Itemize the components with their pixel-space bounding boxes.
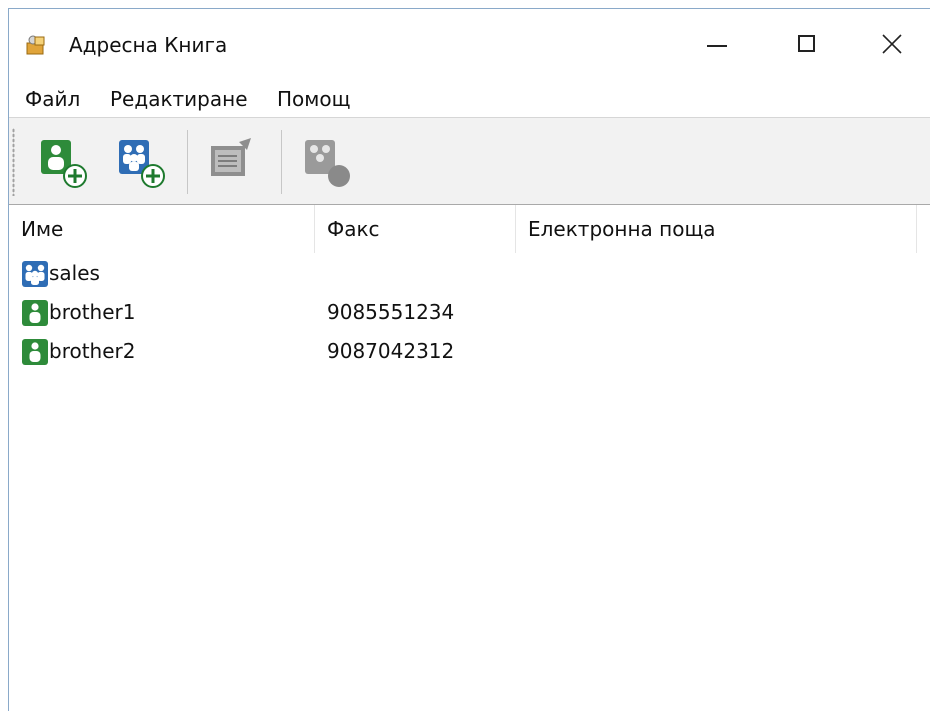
- address-list: Име Факс Електронна поща sales brother1 …: [9, 205, 930, 712]
- column-header-name[interactable]: Име: [9, 205, 314, 253]
- add-contact-icon: [41, 140, 87, 188]
- group-icon: [21, 260, 49, 288]
- list-item[interactable]: brother1 9085551234: [9, 294, 930, 332]
- toolbar-grip[interactable]: [12, 128, 15, 196]
- edit-button[interactable]: [203, 132, 259, 192]
- menu-help[interactable]: Помощ: [277, 87, 350, 111]
- column-header-fax[interactable]: Факс: [315, 205, 515, 253]
- address-book-app-icon: [25, 34, 47, 56]
- toolbar: [9, 117, 930, 205]
- menu-edit[interactable]: Редактиране: [110, 87, 248, 111]
- contact-icon: [21, 299, 49, 327]
- close-button[interactable]: [870, 25, 916, 65]
- list-item[interactable]: brother2 9087042312: [9, 333, 930, 371]
- contact-icon: [21, 338, 49, 366]
- address-book-window: Адресна Книга Файл Редактиране Помощ Име…: [8, 8, 930, 711]
- row-fax: 9085551234: [327, 300, 455, 324]
- column-header-email[interactable]: Електронна поща: [516, 205, 916, 253]
- add-contact-button[interactable]: [35, 132, 91, 192]
- menu-file[interactable]: Файл: [25, 87, 80, 111]
- row-name: sales: [49, 261, 100, 285]
- title-bar[interactable]: Адресна Книга: [9, 9, 930, 81]
- maximize-button[interactable]: [784, 25, 830, 65]
- edit-icon: [211, 138, 251, 176]
- add-group-button[interactable]: [113, 132, 169, 192]
- menu-bar: Файл Редактиране Помощ: [9, 81, 930, 117]
- toolbar-separator: [281, 130, 282, 194]
- close-icon: [882, 34, 902, 54]
- column-divider[interactable]: [916, 205, 917, 253]
- window-title: Адресна Книга: [69, 33, 228, 57]
- delete-icon: [305, 140, 350, 187]
- toolbar-separator: [187, 130, 188, 194]
- row-name: brother2: [49, 339, 136, 363]
- minimize-button[interactable]: [697, 25, 743, 65]
- row-name: brother1: [49, 300, 136, 324]
- add-group-icon: [119, 140, 165, 188]
- row-fax: 9087042312: [327, 339, 455, 363]
- delete-button[interactable]: [299, 132, 355, 192]
- list-item[interactable]: sales: [9, 255, 930, 293]
